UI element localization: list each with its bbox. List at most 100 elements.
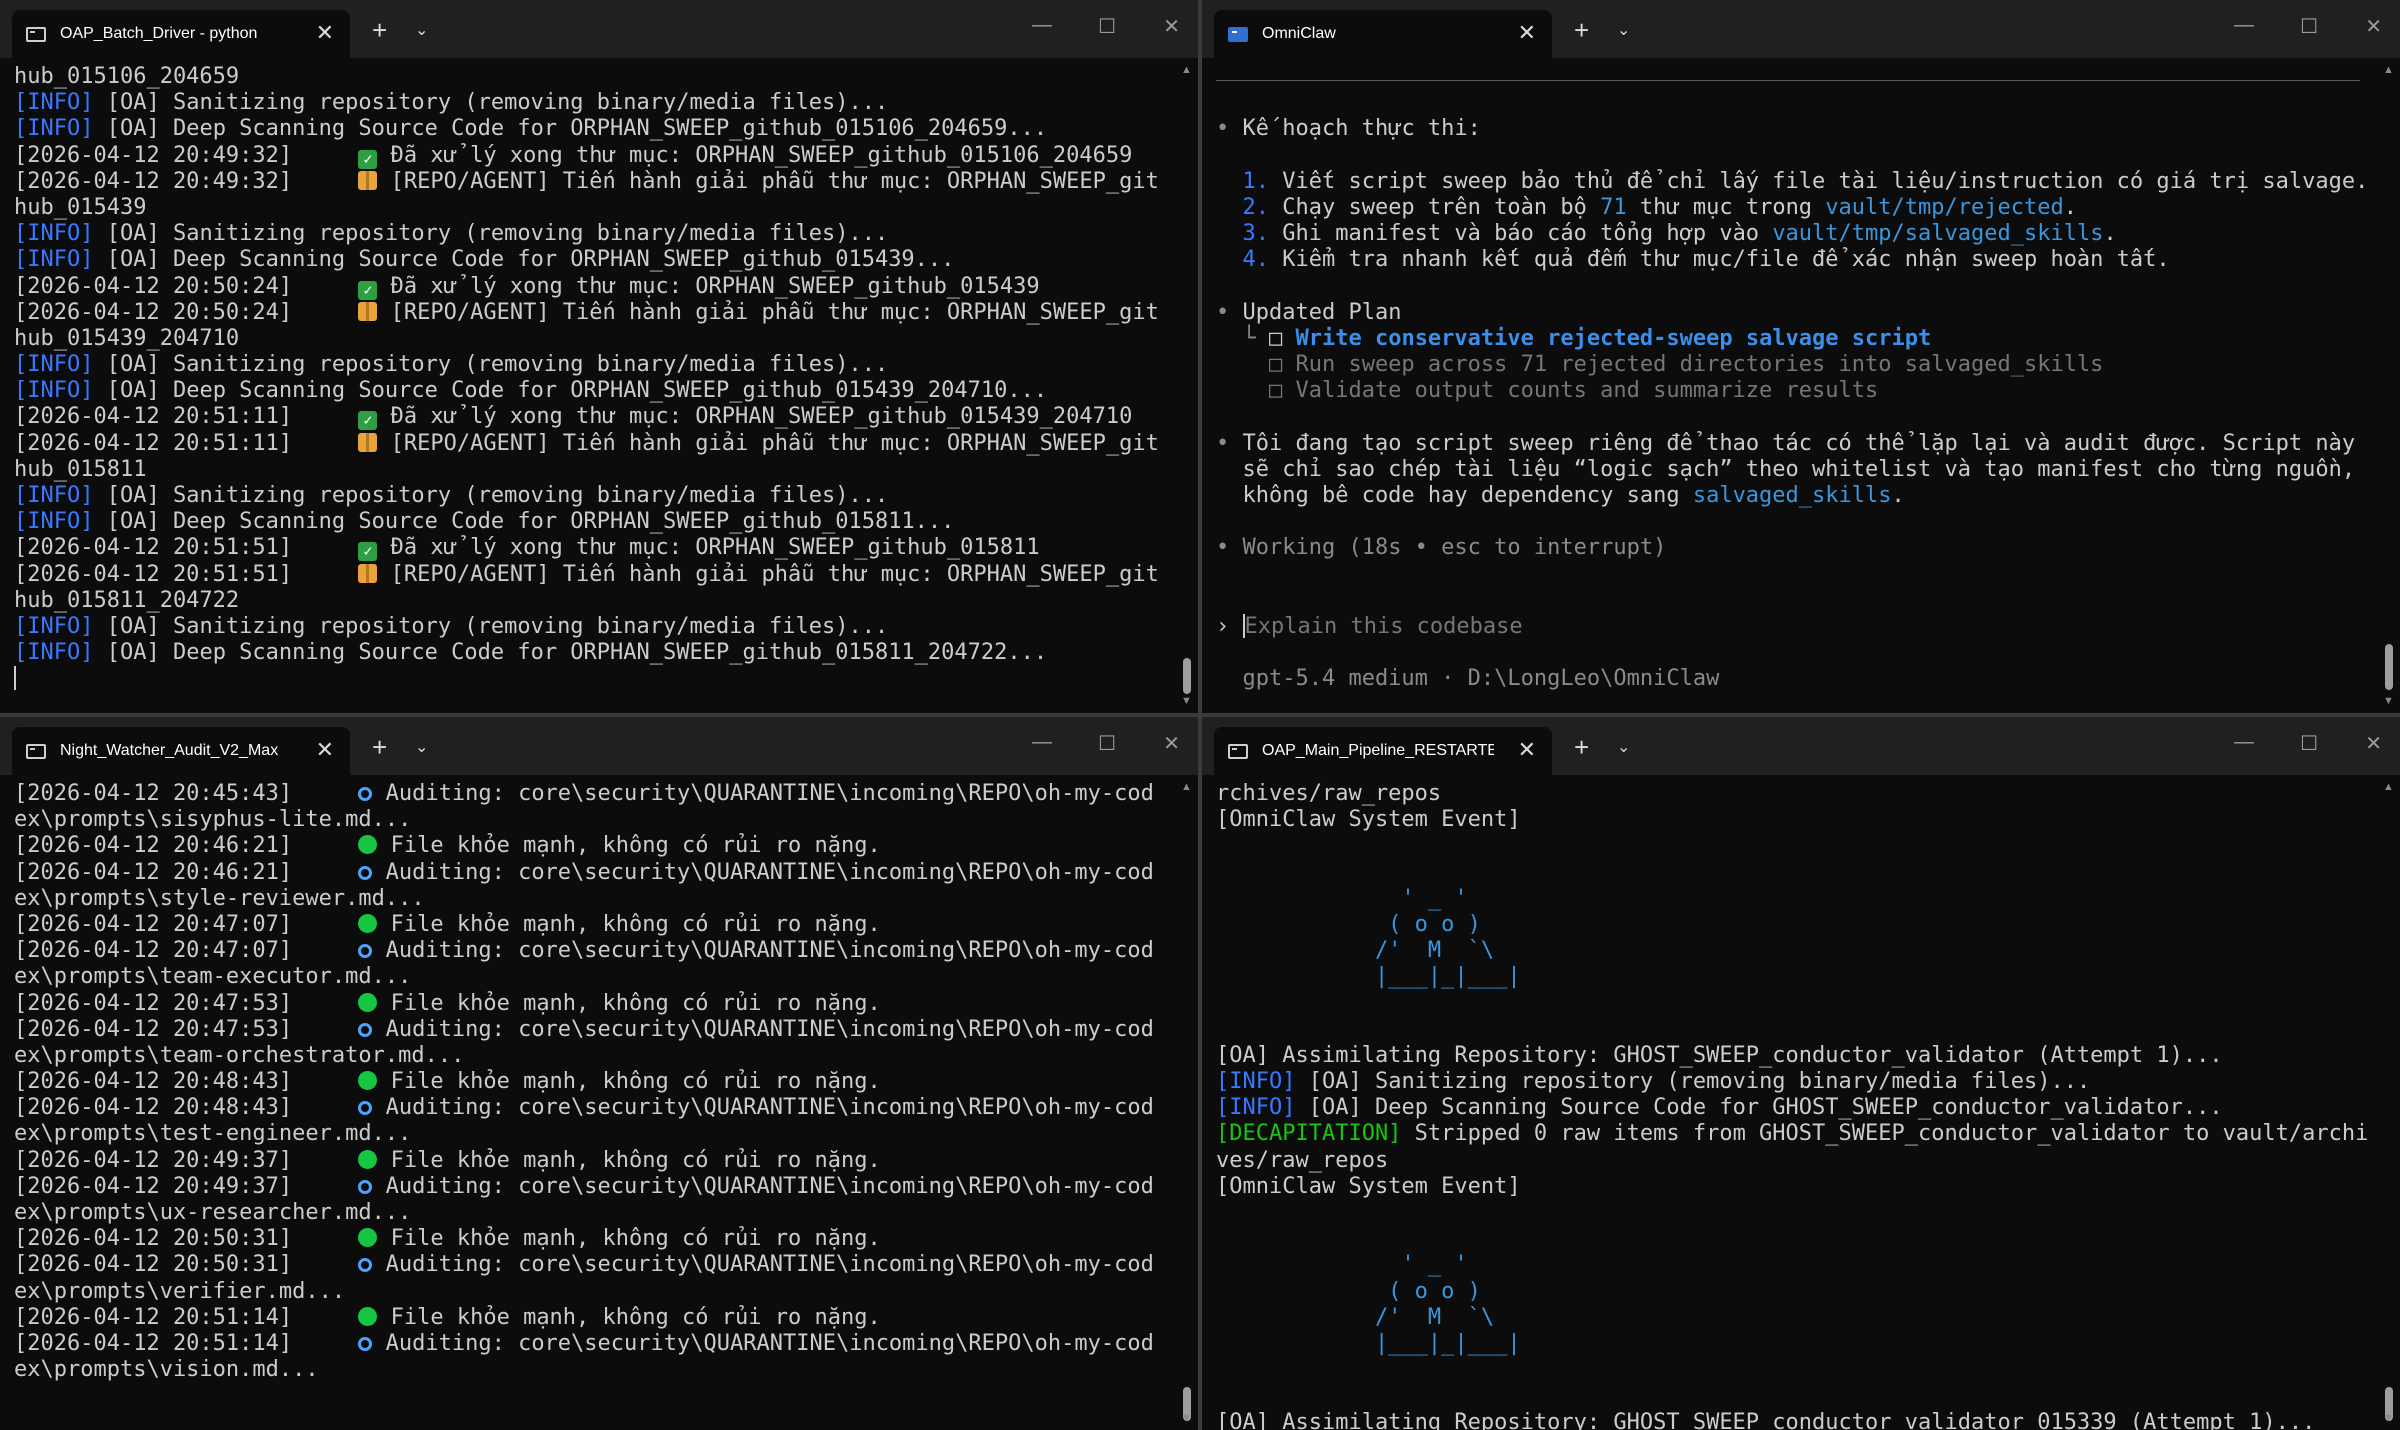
- new-tab-button[interactable]: +: [1574, 734, 1589, 760]
- line-segment: rchives/raw_repos: [1216, 781, 1442, 806]
- terminal-pane-night-watcher[interactable]: Night_Watcher_Audit_V2_Max ✕ + ⌄ — ☐ ✕ […: [0, 717, 1198, 1430]
- close-tab-icon[interactable]: ✕: [1518, 738, 1536, 762]
- minimize-button[interactable]: —: [1032, 14, 1052, 37]
- scroll-up-arrow-icon[interactable]: ▲: [2383, 781, 2394, 793]
- scrollbar-thumb[interactable]: [2385, 644, 2393, 690]
- terminal-line: • Tôi đang tạo script sweep riêng để tha…: [1216, 431, 2366, 457]
- terminal-line: [2026-04-12 20:47:53] Auditing: core\sec…: [14, 1017, 1164, 1043]
- scroll-down-arrow-icon[interactable]: ▼: [1181, 695, 1192, 707]
- terminal-output[interactable]: [2026-04-12 20:45:43] Auditing: core\sec…: [14, 781, 1164, 1430]
- line-segment: .: [1891, 483, 1905, 508]
- terminal-line: [2026-04-12 20:51:14] File khỏe mạnh, kh…: [14, 1305, 1164, 1331]
- line-segment: [OA] Deep Scanning Source Code for ORPHA…: [93, 247, 955, 273]
- terminal-line: [INFO] [OA] Sanitizing repository (remov…: [14, 614, 1164, 640]
- scrollbar[interactable]: ▲ ▼: [1176, 58, 1198, 713]
- chevron-down-icon[interactable]: ⌄: [1617, 20, 1630, 40]
- green-circle-icon: [358, 835, 378, 855]
- terminal-line: [INFO] [OA] Deep Scanning Source Code fo…: [14, 116, 1164, 142]
- minimize-button[interactable]: —: [2234, 14, 2254, 37]
- terminal-line: • Updated Plan: [1216, 300, 2366, 326]
- line-segment: Auditing: core\security\QUARANTINE\incom…: [372, 859, 1154, 885]
- close-tab-icon[interactable]: ✕: [316, 21, 334, 45]
- terminal-line: [2026-04-12 20:51:11] [REPO/AGENT] Tiến …: [14, 431, 1164, 457]
- close-tab-icon[interactable]: ✕: [1518, 21, 1536, 45]
- terminal-line: 1. Viết script sweep bảo thủ để chỉ lấy …: [1216, 169, 2368, 195]
- line-segment: [2026-04-12 20:48:43]: [14, 1095, 359, 1121]
- close-window-button[interactable]: ✕: [1163, 731, 1180, 756]
- terminal-line: [2026-04-12 20:51:14] Auditing: core\sec…: [14, 1331, 1164, 1357]
- scrollbar[interactable]: ▲ ▼: [1176, 775, 1198, 1430]
- terminal-line: hub_015811: [14, 457, 1164, 483]
- tab-batch-driver[interactable]: OAP_Batch_Driver - python ✕: [12, 10, 350, 58]
- close-window-button[interactable]: ✕: [2365, 731, 2382, 756]
- terminal-pane-omniclaw[interactable]: OmniClaw ✕ + ⌄ — ☐ ✕ • Kế hoạch thực thi…: [1202, 0, 2400, 713]
- line-segment: [INFO]: [14, 221, 94, 247]
- terminal-line: ( o o ): [1216, 912, 2366, 938]
- scroll-up-arrow-icon[interactable]: ▲: [1181, 64, 1192, 76]
- maximize-button[interactable]: ☐: [1098, 14, 1116, 39]
- scroll-up-arrow-icon[interactable]: ▲: [2383, 64, 2394, 76]
- line-segment: •: [1216, 535, 1243, 561]
- line-segment: [OA] Sanitizing repository (removing bin…: [93, 221, 889, 247]
- tab-night-watcher[interactable]: Night_Watcher_Audit_V2_Max ✕: [12, 727, 350, 775]
- magnifier-icon: [358, 1336, 373, 1351]
- terminal-line: [2026-04-12 20:48:43] File khỏe mạnh, kh…: [14, 1069, 1164, 1095]
- check-mark-button-icon: ✓: [358, 149, 378, 169]
- chevron-down-icon[interactable]: ⌄: [1617, 737, 1630, 757]
- new-tab-button[interactable]: +: [372, 734, 387, 760]
- tab-bar: OAP_Batch_Driver - python ✕ + ⌄ — ☐ ✕: [0, 0, 1198, 58]
- scrollbar-thumb[interactable]: [1183, 658, 1191, 694]
- scroll-down-arrow-icon[interactable]: ▼: [2383, 1412, 2394, 1424]
- line-segment: [INFO]: [14, 90, 94, 116]
- terminal-line: [2026-04-12 20:50:31] Auditing: core\sec…: [14, 1252, 1164, 1278]
- line-segment: [2026-04-12 20:51:11]: [14, 430, 359, 456]
- terminal-line: sẽ chỉ sao chép tài liệu “logic sạch” th…: [1216, 457, 2366, 483]
- chevron-down-icon[interactable]: ⌄: [415, 20, 428, 40]
- scrollbar[interactable]: ▲ ▼: [2378, 58, 2400, 713]
- new-tab-button[interactable]: +: [372, 17, 387, 43]
- minimize-button[interactable]: —: [2234, 731, 2254, 754]
- scrollbar[interactable]: ▲ ▼: [2378, 775, 2400, 1430]
- line-segment: [REPO/AGENT] Tiến hành giải phẫu thư mục…: [377, 430, 1159, 456]
- line-segment: [2026-04-12 20:51:14]: [14, 1304, 359, 1330]
- terminal-line: [INFO] [OA] Deep Scanning Source Code fo…: [14, 640, 1164, 666]
- terminal-line: [2026-04-12 20:49:37] File khỏe mạnh, kh…: [14, 1148, 1164, 1174]
- scroll-down-arrow-icon[interactable]: ▼: [1181, 1412, 1192, 1424]
- new-tab-button[interactable]: +: [1574, 17, 1589, 43]
- line-segment: Auditing: core\security\QUARANTINE\incom…: [372, 781, 1154, 806]
- line-segment: thư mục trong: [1626, 194, 1826, 220]
- terminal-line: hub_015106_204659: [14, 64, 1164, 90]
- maximize-button[interactable]: ☐: [2300, 731, 2318, 756]
- close-window-button[interactable]: ✕: [1163, 14, 1180, 39]
- terminal-line: |___|_|___|: [1216, 1331, 2366, 1357]
- maximize-button[interactable]: ☐: [1098, 731, 1116, 756]
- tab-main-pipeline[interactable]: OAP_Main_Pipeline_RESTARTED ✕: [1214, 727, 1552, 775]
- package-icon: [358, 563, 378, 583]
- line-segment: .: [2103, 221, 2117, 247]
- maximize-button[interactable]: ☐: [2300, 14, 2318, 39]
- terminal-line: [INFO] [OA] Deep Scanning Source Code fo…: [14, 378, 1164, 404]
- terminal-line: └ □ Write conservative rejected-sweep sa…: [1216, 326, 2366, 352]
- terminal-output[interactable]: rchives/raw_repos [OmniClaw System Event]…: [1216, 781, 2368, 1430]
- line-segment: ( o o ): [1216, 911, 1481, 937]
- line-segment: ( o o ): [1216, 1278, 1481, 1304]
- line-segment: [2026-04-12 20:47:53]: [14, 990, 359, 1016]
- agent-transcript[interactable]: • Kế hoạch thực thi: 1. Viết script swee…: [1216, 64, 2368, 713]
- line-segment: |___|_|___|: [1216, 1330, 1521, 1356]
- close-tab-icon[interactable]: ✕: [316, 738, 334, 762]
- terminal-pane-main-pipeline[interactable]: OAP_Main_Pipeline_RESTARTED ✕ + ⌄ — ☐ ✕ …: [1202, 717, 2400, 1430]
- chevron-down-icon[interactable]: ⌄: [415, 737, 428, 757]
- tab-omniclaw[interactable]: OmniClaw ✕: [1214, 10, 1552, 58]
- line-segment: [OA] Sanitizing repository (removing bin…: [93, 90, 889, 116]
- terminal-pane-batch-driver[interactable]: OAP_Batch_Driver - python ✕ + ⌄ — ☐ ✕ hu…: [0, 0, 1198, 713]
- line-segment: ex\prompts\vision.md...: [14, 1357, 319, 1383]
- scroll-down-arrow-icon[interactable]: ▼: [2383, 695, 2394, 707]
- scroll-up-arrow-icon[interactable]: ▲: [1181, 781, 1192, 793]
- minimize-button[interactable]: —: [1032, 731, 1052, 754]
- terminal-output[interactable]: hub_015106_204659 [INFO] [OA] Sanitizing …: [14, 64, 1164, 713]
- terminal-line: [2026-04-12 20:45:43] Auditing: core\sec…: [14, 781, 1164, 807]
- line-segment: /' M `\: [1216, 1304, 1495, 1330]
- close-window-button[interactable]: ✕: [2365, 14, 2382, 39]
